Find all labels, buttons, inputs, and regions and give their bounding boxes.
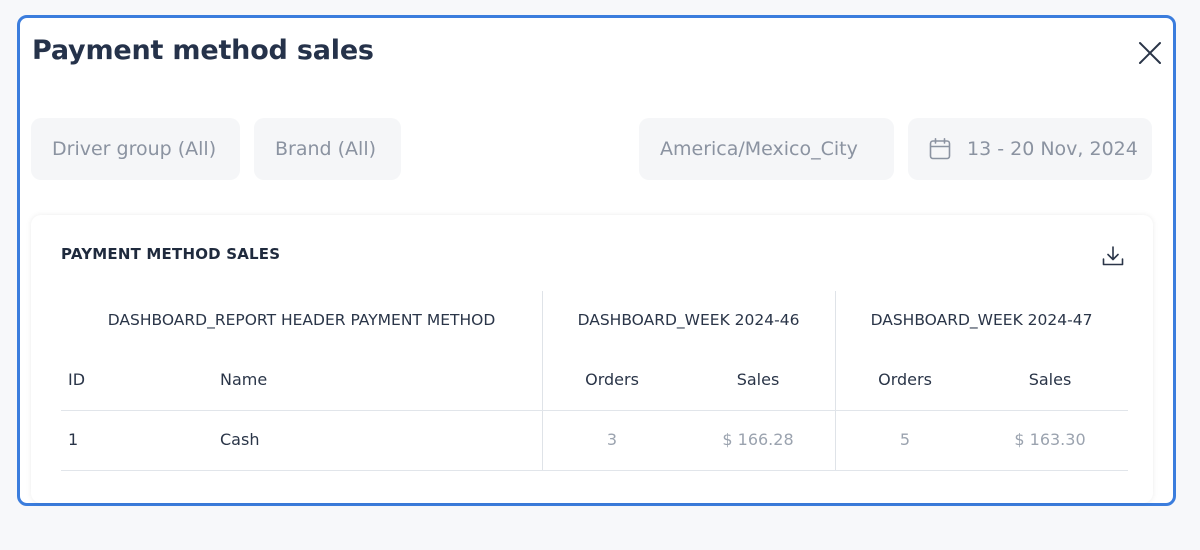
column-header-orders-46[interactable]: Orders [561,370,663,389]
card-title: PAYMENT METHOD SALES [61,245,281,263]
date-range-label: 13 - 20 Nov, 2024 [967,138,1138,160]
driver-group-filter[interactable]: Driver group (All) [31,118,240,180]
brand-filter[interactable]: Brand (All) [254,118,401,180]
driver-group-filter-label: Driver group (All) [52,138,217,160]
close-icon [1139,42,1161,64]
modal-title: Payment method sales [32,35,374,66]
cell-orders-46: 3 [606,430,618,449]
cell-name: Cash [220,430,260,449]
date-range-picker[interactable]: 13 - 20 Nov, 2024 [908,118,1152,180]
brand-filter-label: Brand (All) [275,138,377,160]
group-header-week-46: DASHBOARD_WEEK 2024-46 [577,311,800,329]
column-header-id[interactable]: ID [68,370,85,389]
download-icon [1102,246,1124,266]
timezone-label: America/Mexico_City [660,138,858,160]
download-button[interactable] [1100,243,1126,269]
cell-id: 1 [68,430,79,449]
column-header-sales-46[interactable]: Sales [707,370,809,389]
row-divider [61,470,1128,471]
payment-method-sales-modal: Payment method sales Driver group (All) … [17,15,1176,506]
close-button[interactable] [1133,36,1167,70]
calendar-icon [929,138,951,160]
cell-orders-47: 5 [899,430,911,449]
payment-method-sales-card: PAYMENT METHOD SALES DASHBOARD_REPORT HE… [31,215,1153,503]
timezone-selector[interactable]: America/Mexico_City [639,118,894,180]
column-header-sales-47[interactable]: Sales [999,370,1101,389]
header-row-divider [61,410,1128,411]
cell-sales-47: $ 163.30 [1014,430,1086,449]
group-header-week-47: DASHBOARD_WEEK 2024-47 [870,311,1093,329]
column-header-orders-47[interactable]: Orders [854,370,956,389]
group-header-payment-method: DASHBOARD_REPORT HEADER PAYMENT METHOD [107,311,496,329]
column-header-name[interactable]: Name [220,370,267,389]
cell-sales-46: $ 166.28 [722,430,794,449]
